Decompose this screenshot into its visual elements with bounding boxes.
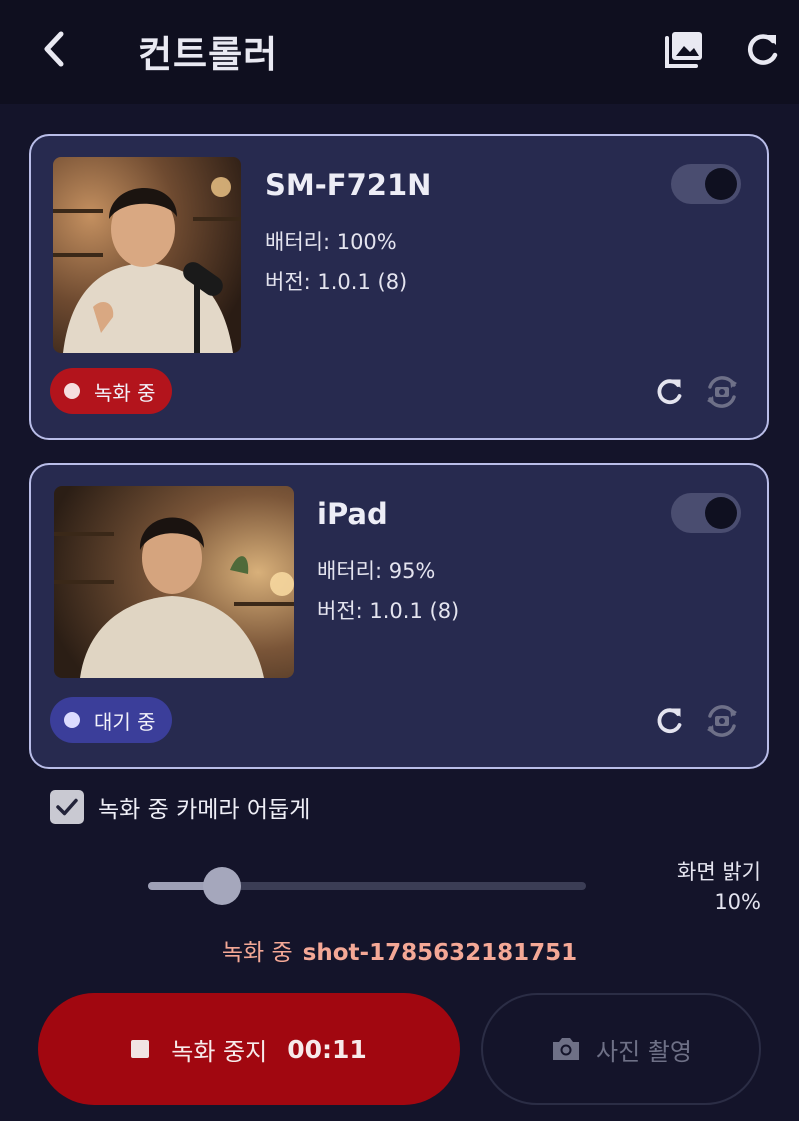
switch-camera-button[interactable] — [701, 371, 743, 413]
stop-recording-button[interactable]: 녹화 중지 00:11 — [38, 993, 460, 1105]
dim-camera-option[interactable]: 녹화 중 카메라 어둡게 — [50, 790, 310, 824]
back-button[interactable] — [34, 28, 76, 70]
status-label: 녹화 중 — [94, 380, 156, 405]
status-dot-icon — [64, 712, 80, 728]
app-version: 버전: 1.0.1 (8) — [317, 599, 460, 623]
camera-preview-image — [53, 157, 241, 353]
slider-thumb[interactable] — [203, 867, 242, 905]
camera-icon — [553, 1038, 580, 1060]
status-label: 대기 중 — [94, 709, 156, 734]
switch-camera-button[interactable] — [701, 700, 743, 742]
toggle-knob — [705, 497, 737, 529]
refresh-icon — [657, 379, 682, 405]
top-app-bar: 컨트롤러 — [0, 0, 799, 104]
photo-library-icon — [665, 32, 702, 68]
battery-level: 배터리: 100% — [265, 230, 397, 254]
page-title: 컨트롤러 — [138, 33, 279, 76]
recording-prefix: 녹화 중 — [221, 940, 293, 966]
status-dot-icon — [64, 383, 80, 399]
recording-timer: 00:11 — [287, 1034, 367, 1064]
dim-camera-checkbox[interactable] — [50, 790, 84, 824]
stop-icon — [131, 1040, 150, 1058]
brightness-slider[interactable] — [148, 867, 586, 905]
battery-level: 배터리: 95% — [317, 559, 436, 583]
take-photo-button[interactable]: 사진 촬영 — [481, 993, 761, 1105]
camera-preview — [53, 157, 241, 353]
device-name: iPad — [317, 497, 388, 531]
device-name: SM-F721N — [265, 168, 432, 202]
device-toggle[interactable] — [671, 493, 741, 533]
toggle-knob — [705, 168, 737, 200]
status-badge: 대기 중 — [50, 697, 172, 743]
photo-label: 사진 촬영 — [596, 1037, 692, 1066]
chevron-left-icon — [44, 31, 64, 67]
device-toggle[interactable] — [671, 164, 741, 204]
status-badge: 녹화 중 — [50, 368, 172, 414]
camera-switch-icon — [707, 376, 737, 408]
camera-preview-image — [54, 486, 294, 678]
dim-camera-label: 녹화 중 카메라 어둡게 — [98, 797, 311, 823]
stop-label: 녹화 중지 — [171, 1037, 268, 1066]
brightness-value: 10% — [714, 890, 761, 914]
recording-info: 녹화 중 shot-1785632181751 — [0, 933, 799, 967]
device-refresh-button[interactable] — [651, 703, 687, 739]
device-card[interactable]: iPad 배터리: 95% 버전: 1.0.1 (8) 대기 중 — [29, 463, 769, 769]
shot-name: shot-1785632181751 — [302, 940, 578, 966]
brightness-label: 화면 밝기 — [677, 860, 761, 884]
app-version: 버전: 1.0.1 (8) — [265, 270, 408, 294]
camera-preview — [54, 486, 294, 678]
refresh-icon — [747, 34, 778, 65]
gallery-button[interactable] — [662, 28, 706, 72]
refresh-icon — [657, 708, 682, 734]
device-refresh-button[interactable] — [651, 374, 687, 410]
device-card[interactable]: SM-F721N 배터리: 100% 버전: 1.0.1 (8) 녹화 중 — [29, 134, 769, 440]
refresh-button[interactable] — [740, 28, 784, 72]
checkmark-icon — [56, 798, 78, 816]
camera-switch-icon — [707, 705, 737, 737]
